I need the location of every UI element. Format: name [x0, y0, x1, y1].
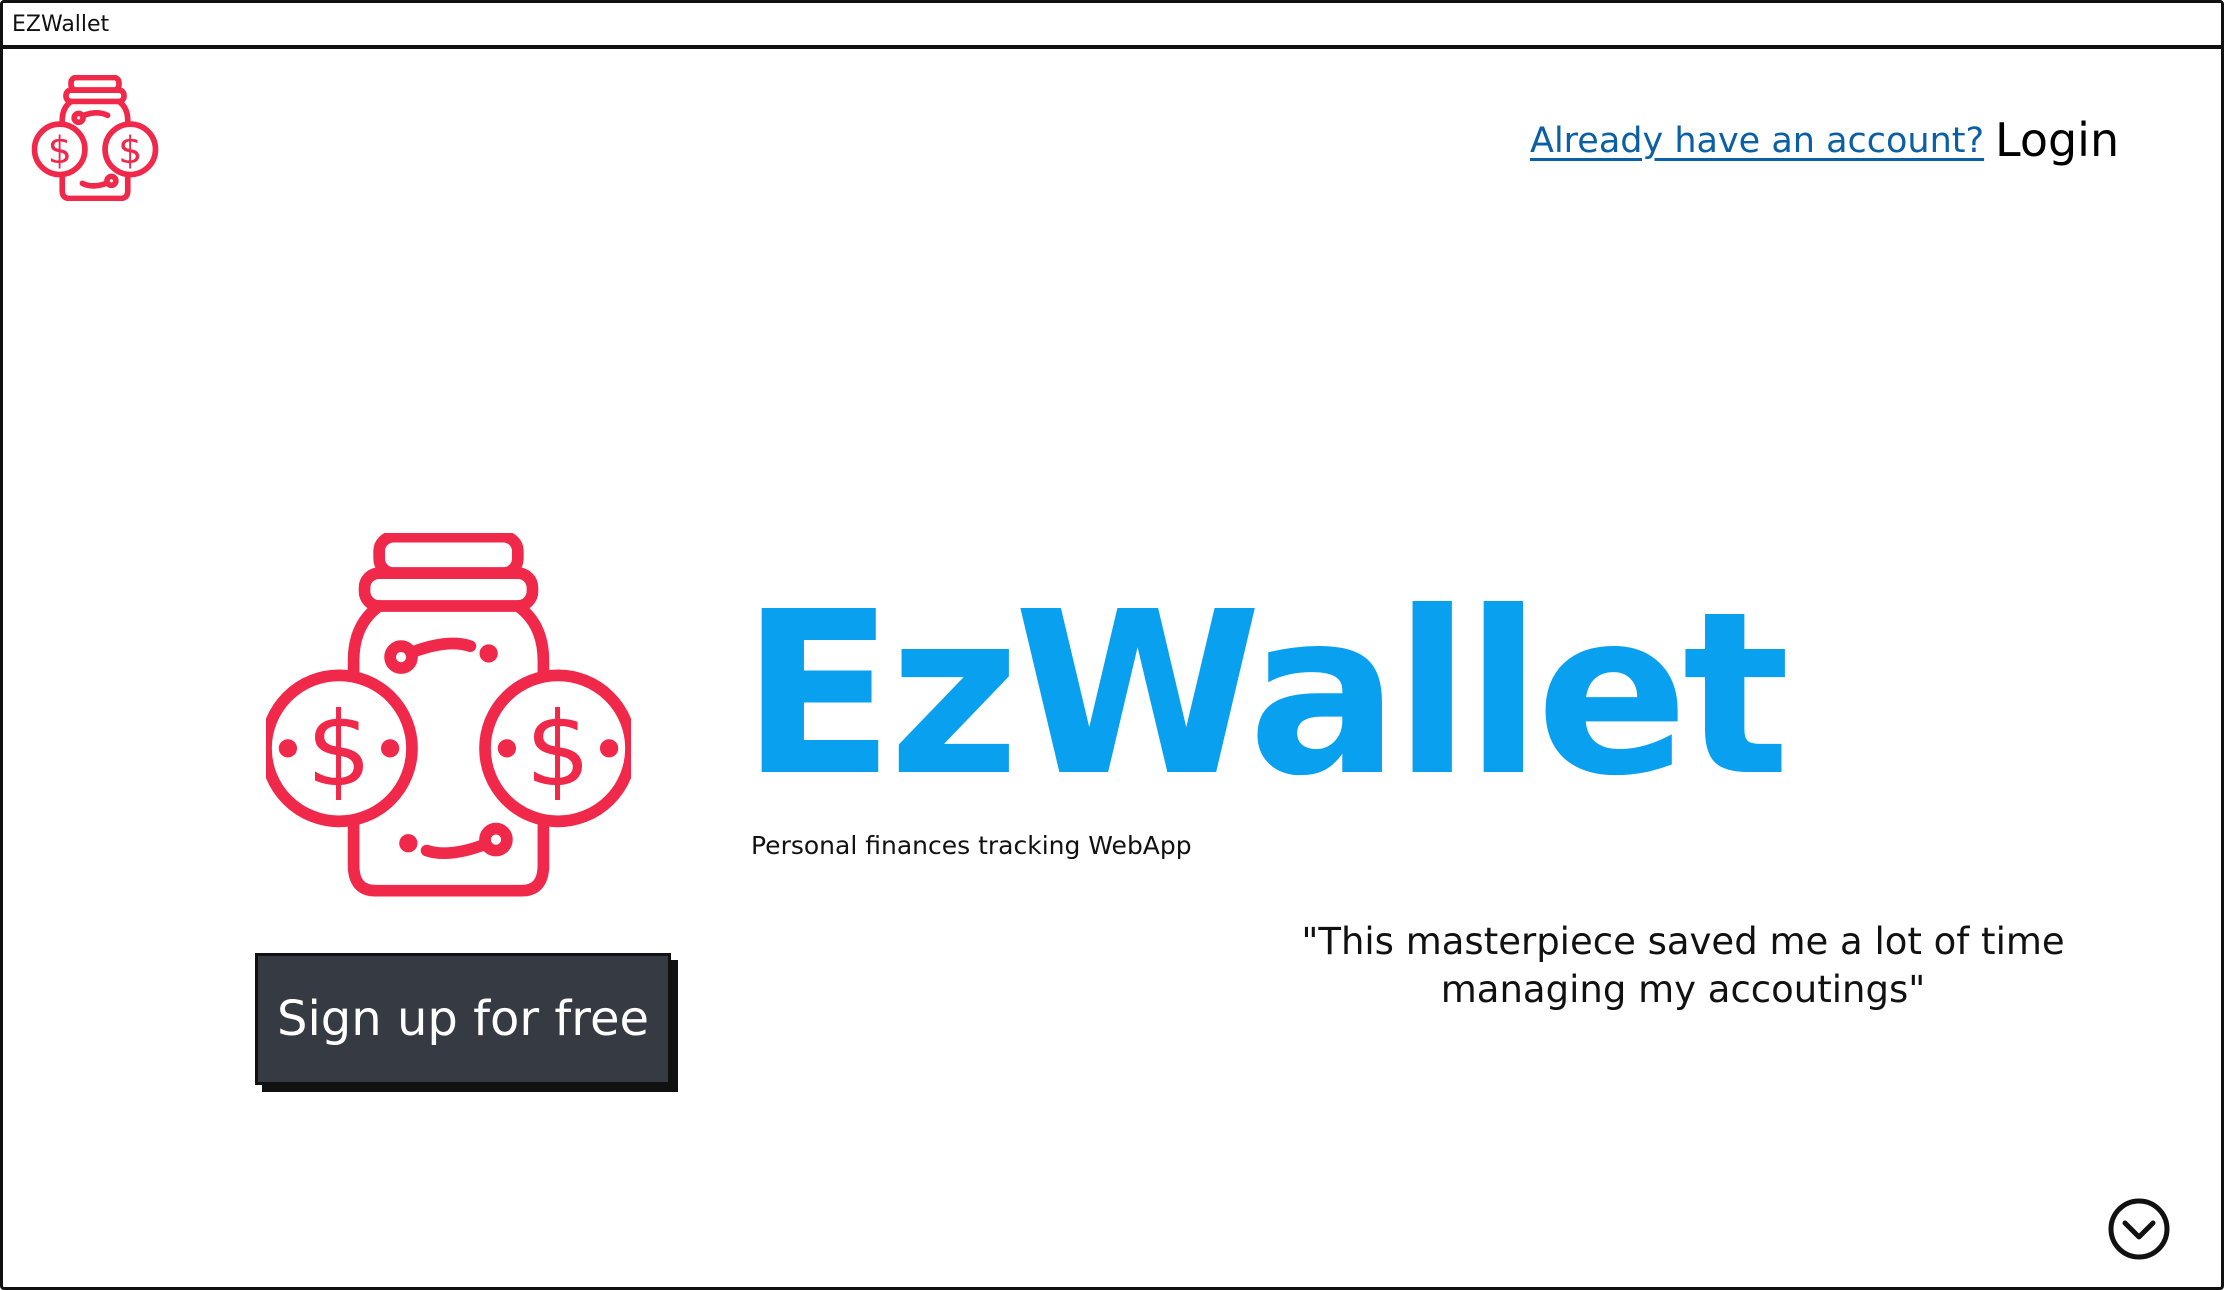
money-jar-icon[interactable]: $ $ [30, 74, 160, 202]
chevron-down-circle-icon[interactable] [2107, 1197, 2171, 1261]
app-window: EZWallet $ $ Already have an account? Lo… [0, 0, 2224, 1290]
window-titlebar: EZWallet [3, 3, 2221, 49]
already-have-account-link[interactable]: Already have an account? [1530, 121, 1984, 161]
sign-up-button-label: Sign up for free [277, 991, 649, 1047]
svg-text:$: $ [118, 128, 142, 172]
svg-text:$: $ [525, 691, 590, 810]
brand-wordmark: EzWallet [741, 564, 1790, 826]
svg-text:$: $ [306, 691, 371, 810]
login-button[interactable]: Login [1995, 113, 2119, 167]
window-title: EZWallet [12, 12, 110, 37]
svg-text:$: $ [48, 128, 72, 172]
money-jar-icon: $ $ [260, 530, 637, 898]
testimonial-quote: "This masterpiece saved me a lot of time… [1301, 920, 2065, 1011]
brand-tagline: Personal finances tracking WebApp [751, 831, 1192, 860]
sign-up-button[interactable]: Sign up for free [255, 953, 671, 1085]
